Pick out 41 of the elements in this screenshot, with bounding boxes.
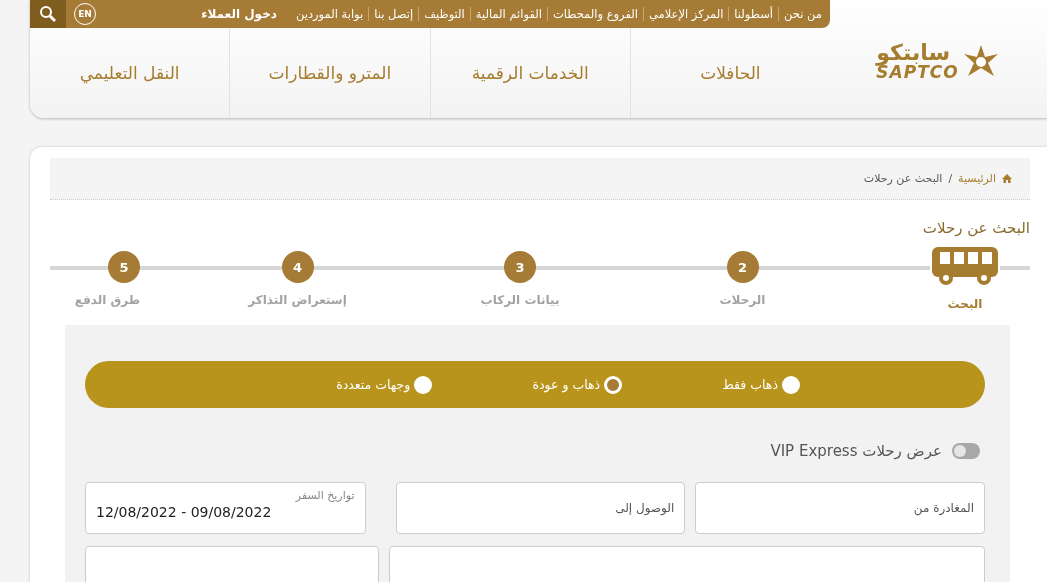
field-value: 12/08/2022 - 09/08/2022 (96, 504, 272, 520)
step-label: إستعراض التذاكر (248, 293, 347, 307)
input-field[interactable]: المغادرة من (695, 482, 985, 534)
search-button[interactable] (30, 0, 66, 28)
step-number: 3 (504, 251, 536, 283)
top-link[interactable]: المركز الإعلامي (643, 7, 730, 21)
field-placeholder: الوصول إلى (614, 501, 675, 515)
trip-type-radio[interactable]: ذهاب فقط (722, 375, 800, 394)
breadcrumb-separator: / (948, 172, 953, 185)
step-number: 2 (726, 251, 759, 283)
top-link[interactable]: من نحن (779, 7, 830, 21)
top-link[interactable]: الفروع والمحطات (547, 7, 644, 21)
nav-item[interactable]: الخدمات الرقمية (429, 28, 630, 118)
breadcrumb-link[interactable]: الرئيسية (958, 172, 996, 185)
breadcrumb-current: البحث عن رحلات (863, 172, 943, 185)
step-label: طرق الدفع (74, 293, 140, 307)
step-number: 4 (281, 251, 314, 283)
nav-item[interactable]: النقل التعليمي (30, 28, 230, 118)
nav-item[interactable]: الحافلات (629, 28, 830, 118)
page-title: البحث عن رحلات (921, 219, 1030, 237)
top-link[interactable]: القوائم المالية (470, 7, 548, 21)
trip-type-radio[interactable]: ذهاب و عودة (532, 375, 623, 394)
step-label: البحث (947, 297, 983, 311)
top-link[interactable]: أسطولنا (729, 7, 780, 21)
nav-item[interactable]: المترو والقطارات (229, 28, 430, 118)
field-placeholder: المغادرة من (912, 501, 974, 515)
top-link[interactable]: التوظيف (419, 7, 471, 21)
logo-arabic: سابتكو (876, 41, 951, 64)
field-label: تواريخ السفر (294, 489, 355, 502)
input-field[interactable]: الوصول إلى (395, 482, 686, 534)
step-label: الرحلات (719, 293, 766, 307)
home-icon (1002, 174, 1012, 183)
top-link[interactable]: بوابة الموردين (290, 7, 370, 21)
step-number: 5 (108, 251, 140, 283)
search-icon (39, 5, 57, 23)
top-link[interactable]: إتصل بنا (369, 7, 420, 21)
vip-toggle[interactable] (952, 443, 980, 459)
toggle-label: عرض رحلات VIP Express (770, 442, 942, 460)
login-link[interactable]: دخول العملاء (201, 7, 285, 21)
trip-type-radio[interactable]: وجهات متعددة (336, 375, 433, 394)
step-label: بيانات الركاب (480, 293, 560, 307)
